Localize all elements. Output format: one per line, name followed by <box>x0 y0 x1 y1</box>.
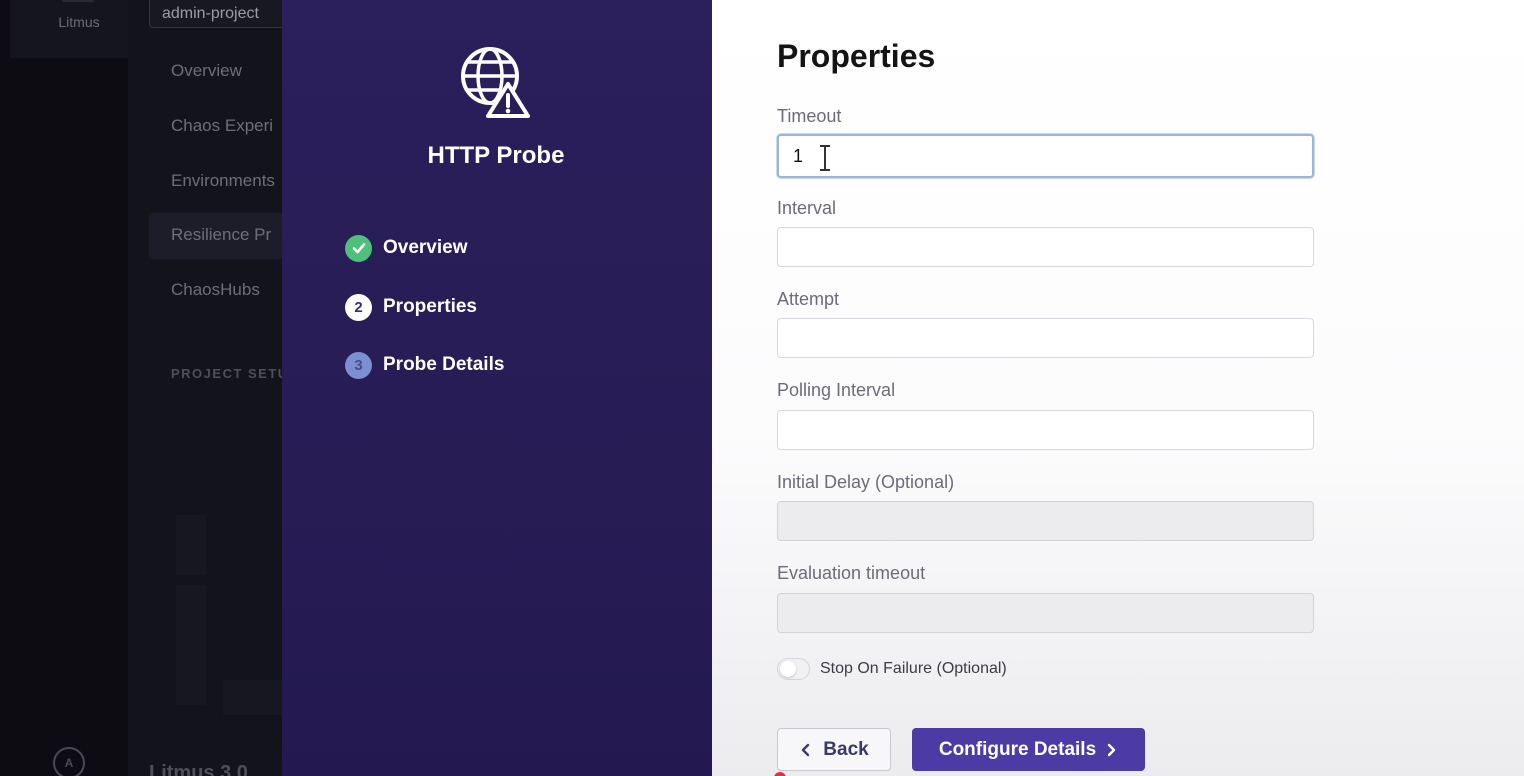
step-properties[interactable]: 2 Properties <box>345 293 477 321</box>
initial-delay-label: Initial Delay (Optional) <box>777 472 955 492</box>
timeout-label: Timeout <box>777 106 842 126</box>
properties-form: Properties Timeout Interval Attempt Poll… <box>712 0 1524 776</box>
drawer-steps-panel: HTTP Probe Overview 2 Properties 3 Probe… <box>282 0 712 776</box>
avatar[interactable]: A <box>53 747 85 776</box>
litmus-logo-icon <box>62 0 94 2</box>
attempt-label: Attempt <box>777 289 840 309</box>
check-icon <box>345 234 372 262</box>
interval-label: Interval <box>777 198 837 218</box>
sidebar-item-environments[interactable]: Environments <box>171 171 275 191</box>
background-chart-bar <box>223 680 283 715</box>
sidebar-item-overview[interactable]: Overview <box>171 61 242 81</box>
chevron-right-icon <box>1107 743 1116 756</box>
background-chart-bar <box>176 585 206 705</box>
stop-on-failure-toggle[interactable] <box>777 658 810 680</box>
text-cursor-icon <box>820 145 830 171</box>
interval-field[interactable] <box>777 227 1314 267</box>
chevron-left-icon <box>802 743 810 756</box>
background-chart-bar <box>176 515 206 575</box>
page-title: Properties <box>777 38 936 74</box>
app-rail: Litmus A <box>0 0 128 776</box>
notification-dot <box>774 772 786 776</box>
back-button-label: Back <box>823 738 869 760</box>
sidebar-item-resilience-probes[interactable]: Resilience Pr <box>171 225 271 245</box>
sidebar-item-chaos-experiments[interactable]: Chaos Experi <box>171 116 273 136</box>
drawer-title: HTTP Probe <box>427 142 565 169</box>
step-number: 3 <box>345 351 372 379</box>
back-button[interactable]: Back <box>777 728 891 771</box>
step-label: Overview <box>383 237 468 258</box>
initial-delay-field[interactable] <box>777 501 1314 541</box>
timeout-field[interactable] <box>777 134 1314 178</box>
step-number: 2 <box>345 293 372 321</box>
polling-interval-label: Polling Interval <box>777 380 896 400</box>
step-overview[interactable]: Overview <box>345 234 468 262</box>
step-label: Properties <box>383 296 477 317</box>
attempt-field[interactable] <box>777 318 1314 358</box>
project-sidebar: admin-project Overview Chaos Experi Envi… <box>128 0 288 776</box>
step-label: Probe Details <box>383 354 505 375</box>
project-selector[interactable]: admin-project <box>149 0 288 28</box>
polling-interval-field[interactable] <box>777 410 1314 450</box>
sidebar-section-project-setup: PROJECT SETU <box>171 366 288 381</box>
configure-details-label: Configure Details <box>938 738 1097 760</box>
evaluation-timeout-label: Evaluation timeout <box>777 563 926 583</box>
rail-brand-area[interactable]: Litmus <box>10 0 128 58</box>
evaluation-timeout-field[interactable] <box>777 593 1314 633</box>
version-heading: Litmus 3.0 <box>149 762 248 776</box>
configure-details-button[interactable]: Configure Details <box>912 728 1145 771</box>
sidebar-item-chaoshubs[interactable]: ChaosHubs <box>171 280 260 300</box>
globe-warning-icon <box>461 47 530 118</box>
toggle-knob <box>780 661 796 677</box>
step-probe-details[interactable]: 3 Probe Details <box>345 351 504 379</box>
stop-on-failure-label: Stop On Failure (Optional) <box>820 660 1007 677</box>
